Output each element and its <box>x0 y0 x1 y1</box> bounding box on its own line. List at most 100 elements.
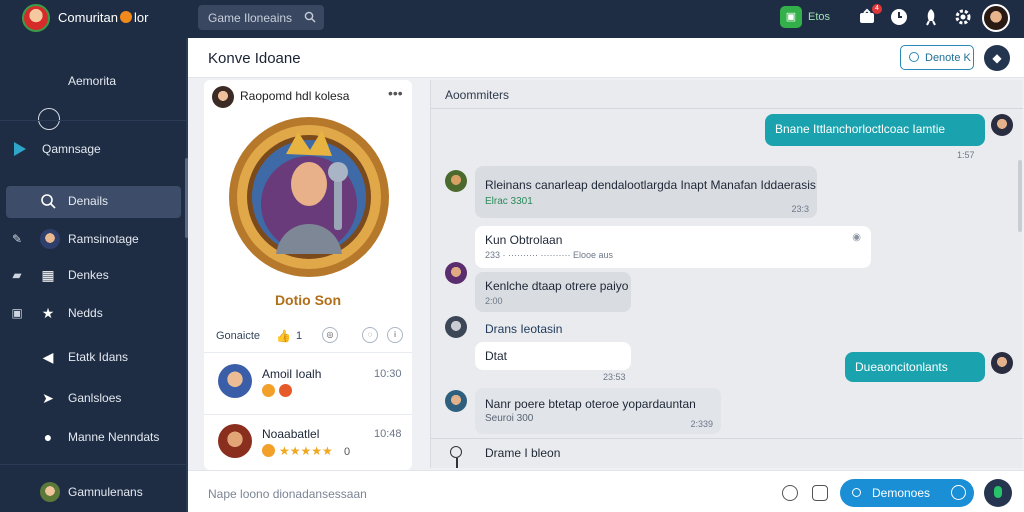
profile-name: Raopomd hdl kolesa <box>240 89 350 103</box>
my-avatar <box>991 114 1013 136</box>
clock-icon[interactable] <box>890 8 908 26</box>
message-time: 23:3 <box>791 204 809 214</box>
sidebar-item-etatk-idans[interactable]: ◀ Etatk Idans <box>0 342 186 372</box>
sidebar-divider <box>0 120 186 121</box>
page-title: Konve Idoane <box>208 50 301 67</box>
app-title: Comuritan lor <box>58 10 148 25</box>
sidebar-item-denails[interactable]: Denails <box>6 186 181 218</box>
friend-time: 10:30 <box>374 368 402 380</box>
sender-avatar[interactable] <box>445 170 467 192</box>
message-bubble-incoming[interactable]: Rleinans canarleap dendalootlargda Inapt… <box>475 166 817 218</box>
message-text: Bnane Ittlanchorloctlcoac Iamtie <box>775 122 946 136</box>
profile-avatar[interactable] <box>212 86 234 108</box>
more-options-icon[interactable]: ••• <box>388 85 403 101</box>
message-text: Dtat <box>485 349 508 363</box>
chat-divider <box>431 108 1023 109</box>
info-icon[interactable]: i <box>387 327 403 343</box>
app-logo[interactable] <box>22 4 50 32</box>
sidebar-item-nedds[interactable]: ★ Nedds <box>0 298 186 328</box>
message-input-bar: Nape loono dionadansessaan Demonoes <box>188 470 1024 512</box>
sidebar-item-label: Denkes <box>68 268 109 282</box>
sidebar-item-label: Ganlsloes <box>68 391 122 405</box>
sidebar-item-aemorita[interactable]: Aemorita <box>0 66 186 96</box>
message-text: Rleinans canarleap dendalootlargda Inapt… <box>485 178 816 192</box>
sidebar-scrollbar[interactable] <box>185 158 188 238</box>
message-input[interactable]: Nape loono dionadansessaan <box>208 487 367 501</box>
emoji-icon[interactable] <box>782 485 798 501</box>
likes-count: 1 <box>296 330 303 342</box>
message-bubble-incoming[interactable]: Nanr poere btetap oteroe yopardauntan Se… <box>475 388 721 434</box>
sender-name: Drans Ieotasin <box>485 322 563 336</box>
rocket-icon[interactable] <box>922 8 940 26</box>
notification-badge: 4 <box>872 4 882 14</box>
compass-icon <box>38 108 60 130</box>
profile-divider <box>204 352 412 353</box>
send-icon: ➤ <box>42 390 54 406</box>
message-subtext: Elrac 3301 <box>485 196 533 207</box>
coin-icon <box>262 384 275 397</box>
bookmark-icon[interactable]: ◆ <box>984 45 1010 71</box>
sidebar-item-qamnsage[interactable]: Qamnsage <box>0 134 186 164</box>
attachment-icon[interactable] <box>812 485 828 501</box>
search-input[interactable]: Game Iloneains <box>208 11 292 25</box>
sidebar-item-label: Manne Nenndats <box>68 430 160 444</box>
thumbs-up-icon[interactable]: 👍 <box>276 329 291 343</box>
header-action-label: Denote K <box>925 52 971 64</box>
pin-icon <box>450 446 462 458</box>
profile-divider <box>204 414 412 415</box>
star-icon: ★ <box>41 305 55 321</box>
chat-icon: ● <box>43 429 53 445</box>
sidebar-item-label: Nedds <box>68 306 103 320</box>
message-bubble-incoming[interactable]: Kenlche dtaap otrere paiyo 2:00 <box>475 272 631 312</box>
message-subtext: Seuroi 300 <box>485 413 534 424</box>
sender-avatar[interactable] <box>445 316 467 338</box>
message-bubble-outgoing[interactable]: Bnane Ittlanchorloctlcoac Iamtie <box>765 114 985 146</box>
sender-avatar[interactable] <box>445 262 467 284</box>
friend-avatar[interactable] <box>218 424 252 458</box>
search-icon <box>41 194 56 209</box>
chat-scrollbar[interactable] <box>1018 160 1022 232</box>
message-bubble-card[interactable]: Kun Obtrolaan 233 · ·········· ·········… <box>475 226 871 268</box>
message-text: Kenlche dtaap otrere paiyo <box>485 279 629 293</box>
user-avatar[interactable] <box>982 4 1010 32</box>
sidebar-item-label: Gamnulenans <box>68 485 143 499</box>
friend-time: 10:48 <box>374 428 402 440</box>
coin-icon <box>262 444 275 457</box>
circle-icon <box>909 52 919 62</box>
stats-label: Gonaicte <box>216 330 261 342</box>
rating-value: 0 <box>344 446 351 458</box>
pin-icon-stem <box>456 458 458 468</box>
profile-panel: Raopomd hdl kolesa ••• Dotio Son Gonaict… <box>204 80 412 470</box>
top-bar: Comuritan lor Game Iloneains ▣ Etos 4 <box>0 0 1024 38</box>
sidebar-item-ganlsloes[interactable]: ➤ Ganlsloes <box>0 383 186 413</box>
hero-name: Dotio Son <box>274 292 342 308</box>
info-icon[interactable]: ◉ <box>852 232 861 243</box>
message-bubble-incoming[interactable]: Dtat <box>475 342 631 370</box>
sidebar-item-manne-nenndats[interactable]: ● Manne Nenndats <box>0 422 186 452</box>
sender-avatar[interactable] <box>445 390 467 412</box>
comment-icon[interactable]: ◌ <box>362 327 378 343</box>
friend-name[interactable]: Amoil Ioalh <box>262 367 321 381</box>
sidebar-item-denkes[interactable]: ▦ Denkes <box>0 260 186 290</box>
message-time: 1:57 <box>957 150 975 160</box>
page-header: Konve Idoane Denote K ◆ <box>188 38 1024 78</box>
gear-icon[interactable] <box>954 8 972 26</box>
search-box[interactable]: Game Iloneains <box>198 5 324 30</box>
sidebar-item-gamnulenans[interactable]: Gamnulenans <box>0 477 186 507</box>
chat-divider <box>431 438 1023 439</box>
sidebar: Aemorita Qamnsage Denails ✎ Ramsinotage … <box>0 38 188 512</box>
game-controller-icon[interactable]: ▣ <box>780 6 802 28</box>
send-button[interactable]: Demonoes <box>840 479 974 507</box>
message-time: 2:339 <box>690 419 713 429</box>
friend-name[interactable]: Noaabatlel <box>262 427 319 441</box>
header-action-button[interactable]: Denote K <box>900 45 974 70</box>
sidebar-item-ramsinotage[interactable]: Ramsinotage <box>0 224 186 254</box>
friend-badges <box>262 384 296 398</box>
microphone-button[interactable] <box>984 479 1012 507</box>
megaphone-icon: ◀ <box>42 349 54 365</box>
app-title-badge-icon <box>119 11 132 23</box>
friend-avatar[interactable] <box>218 364 252 398</box>
share-icon[interactable]: ◎ <box>322 327 338 343</box>
my-avatar <box>991 352 1013 374</box>
message-bubble-outgoing[interactable]: Dueaoncitonlants <box>845 352 985 382</box>
